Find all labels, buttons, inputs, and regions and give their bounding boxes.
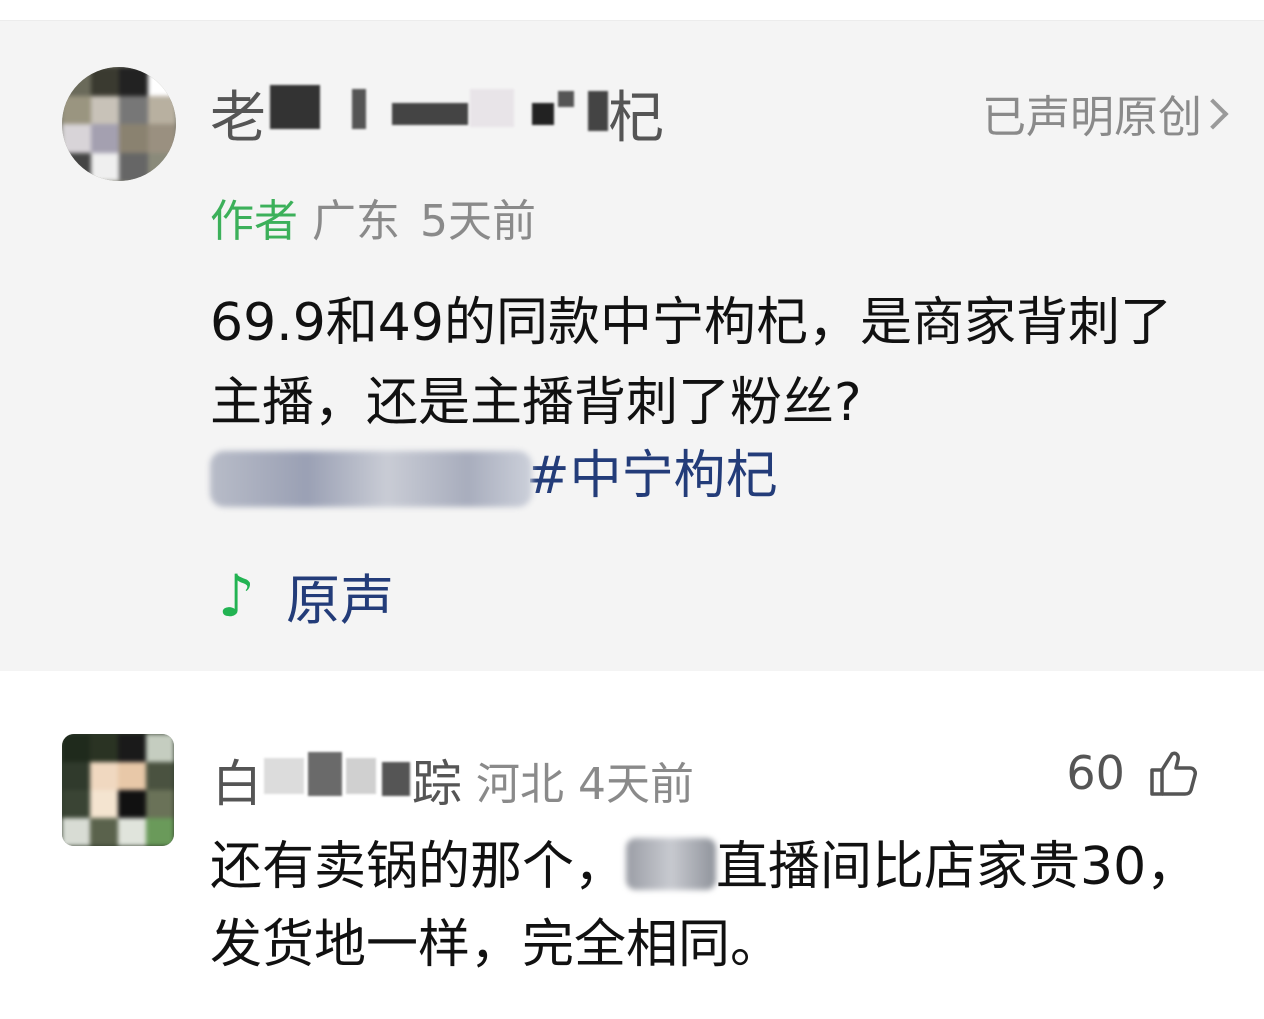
like-count: 60 (1066, 746, 1125, 800)
name-redaction (270, 85, 610, 131)
author-name-end: 杞 (608, 86, 666, 151)
comment-redaction (626, 838, 717, 890)
top-divider (0, 0, 1264, 21)
comment-time: 4天前 (578, 759, 694, 810)
comment-text: 还有卖锅的那个， 直播间比店家贵30，发货地一样，完全相同。 (210, 828, 1220, 984)
commenter-name-start: 白 (212, 755, 262, 813)
hashtag-row: #中宁枸杞 (210, 441, 778, 511)
commenter-name-redaction (264, 752, 414, 798)
author-name-start: 老 (210, 86, 268, 151)
chevron-right-icon[interactable] (1197, 98, 1229, 130)
sound-row[interactable]: ♪ 原声 (218, 556, 394, 635)
sound-label: 原声 (286, 569, 394, 632)
comment-location: 河北 (476, 759, 564, 810)
commenter-avatar[interactable] (62, 734, 174, 846)
music-note-icon: ♪ (218, 561, 256, 630)
hashtag-redaction (210, 451, 532, 507)
hashtag-link[interactable]: #中宁枸杞 (526, 446, 778, 506)
post-time: 5天前 (420, 196, 536, 247)
author-role-badge: 作者 (210, 196, 298, 247)
original-post: 老 杞 已声明原创 作者 广东 5天前 69.9和49的同款中宁枸杞，是商家背刺了主… (0, 21, 1264, 671)
commenter-name-end: 踪 (412, 755, 462, 813)
like-button[interactable]: 60 (1066, 746, 1198, 800)
comment-meta: 河北 4天前 (476, 748, 694, 812)
declared-original-link[interactable]: 已声明原创 (982, 81, 1202, 145)
author-avatar[interactable] (62, 67, 176, 181)
comment-text-start: 还有卖锅的那个， (210, 837, 627, 897)
thumbs-up-icon[interactable] (1148, 748, 1198, 798)
post-meta: 作者 广东 5天前 (210, 185, 536, 249)
post-text: 69.9和49的同款中宁枸杞，是商家背刺了主播，还是主播背刺了粉丝? (210, 293, 1172, 433)
post-location: 广东 (312, 196, 400, 247)
